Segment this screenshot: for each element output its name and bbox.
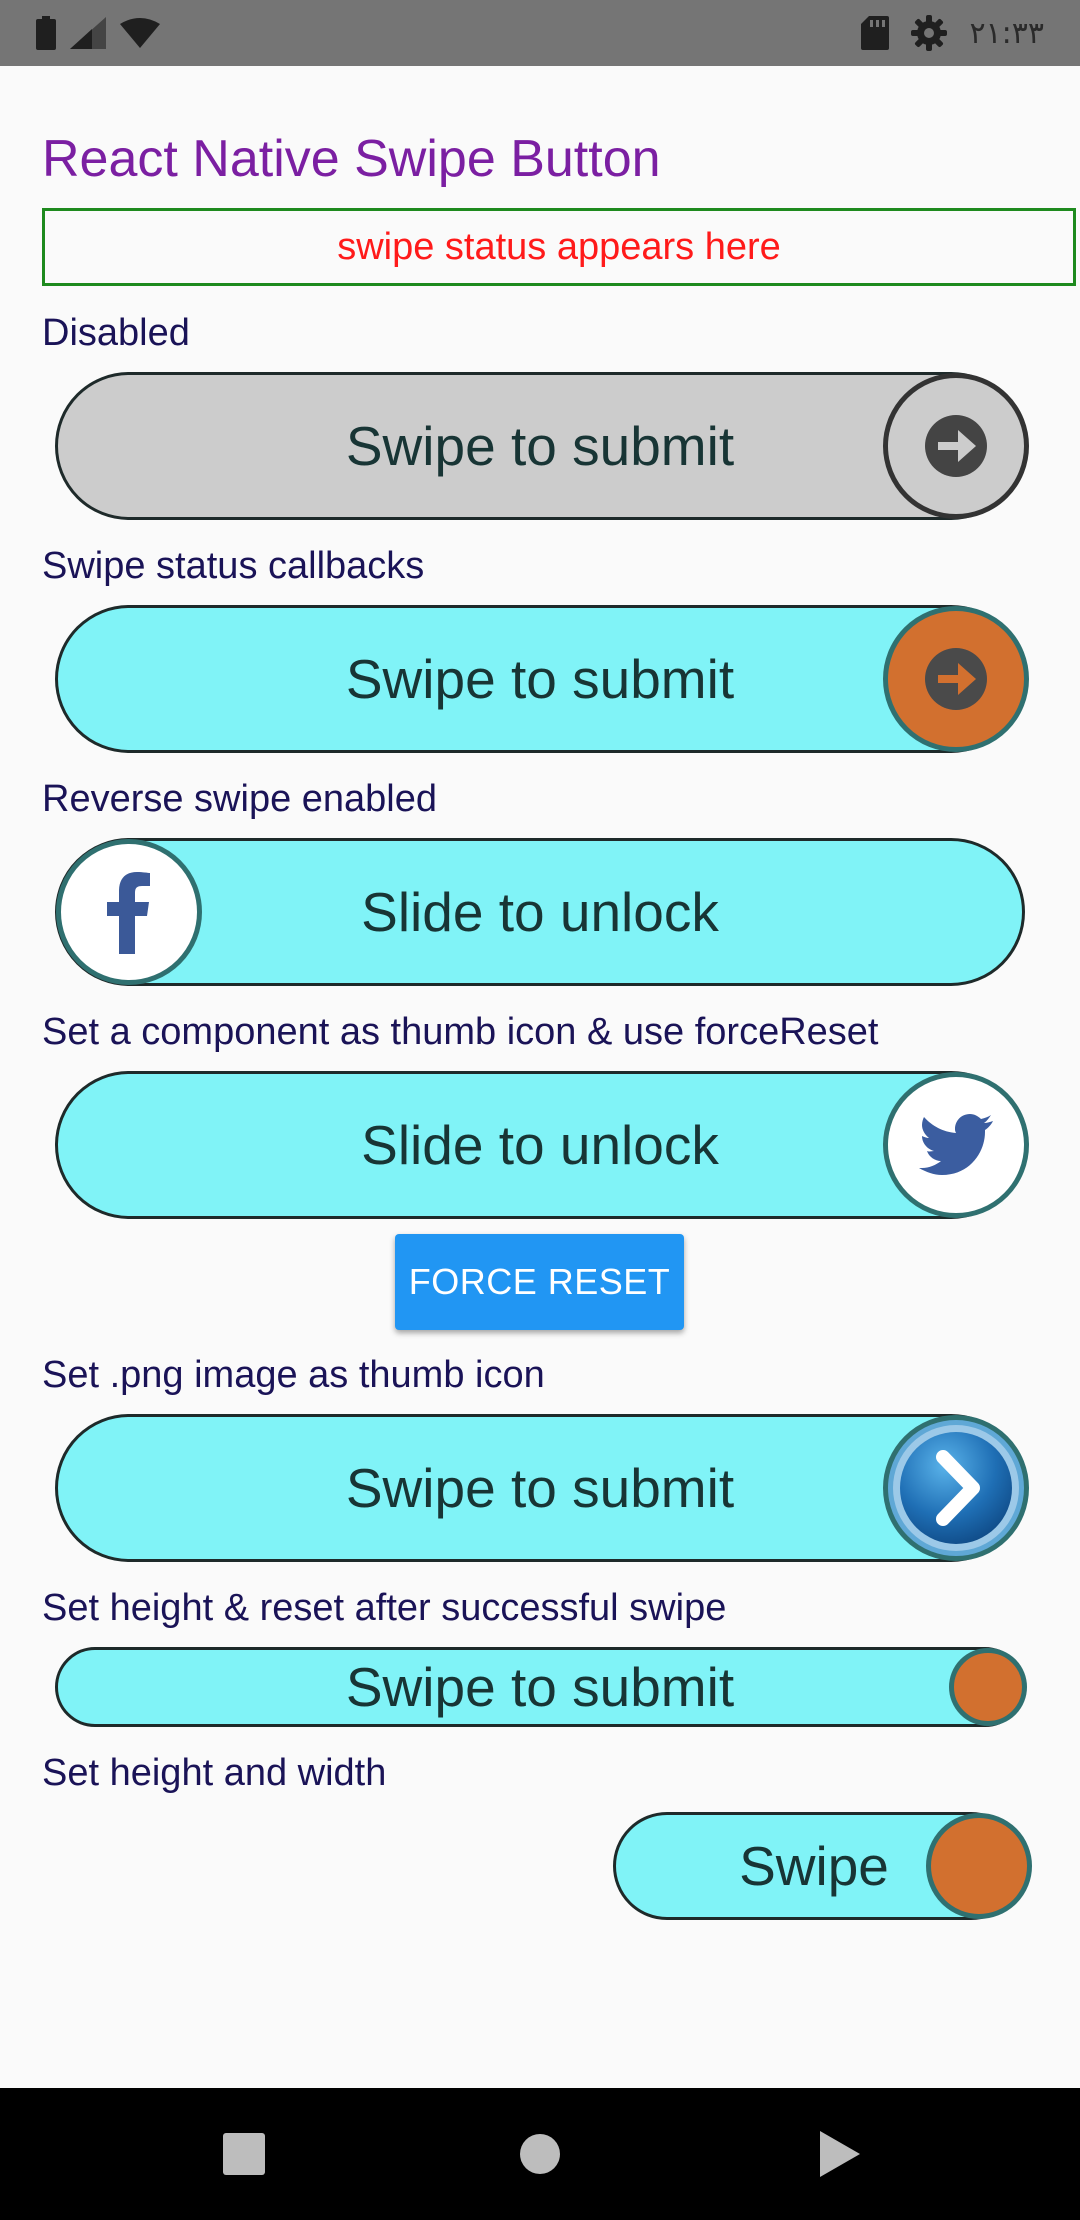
swipe-button-title: Swipe to submit [345, 1656, 735, 1718]
swipe-status-box: swipe status appears here [42, 208, 1076, 286]
section-label-disabled: Disabled [42, 312, 190, 354]
swipe-button-title: Slide to unlock [361, 881, 719, 943]
section-label-set-height: Set height & reset after successful swip… [42, 1587, 727, 1629]
swipe-status-text: swipe status appears here [337, 225, 781, 268]
signal-icon [70, 17, 106, 49]
section-label-callbacks: Swipe status callbacks [42, 545, 425, 587]
recents-button[interactable] [184, 2088, 304, 2220]
system-nav-bar [0, 2088, 1080, 2220]
twitter-icon [919, 1114, 993, 1175]
facebook-icon [107, 872, 150, 954]
status-bar-right: ۲۱:۳۳ [861, 14, 1044, 52]
status-time: ۲۱:۳۳ [969, 15, 1044, 51]
back-button[interactable] [780, 2088, 900, 2220]
swipe-thumb[interactable] [883, 1415, 1029, 1561]
swipe-button-title: Swipe [739, 1835, 889, 1897]
back-triangle-icon [820, 2131, 860, 2177]
battery-icon [36, 16, 56, 50]
swipe-thumb[interactable] [949, 1648, 1027, 1726]
swipe-button-title: Swipe to submit [345, 648, 735, 710]
settings-gear-icon [911, 15, 948, 51]
force-reset-button[interactable]: FORCE RESET [395, 1234, 684, 1330]
swipe-thumb[interactable] [883, 1072, 1029, 1218]
page-title: React Native Swipe Button [42, 130, 661, 188]
section-label-reverse: Reverse swipe enabled [42, 778, 438, 820]
status-bar: ۲۱:۳۳ [0, 0, 1080, 66]
wifi-icon [120, 18, 160, 48]
swipe-button-set-height[interactable]: Swipe to submit [55, 1647, 1027, 1727]
section-label-component-thumb: Set a component as thumb icon & use forc… [42, 1011, 879, 1053]
swipe-button-title: Slide to unlock [361, 1114, 719, 1176]
home-button[interactable] [480, 2088, 600, 2220]
arrow-right-icon [925, 648, 987, 710]
section-label-height-width: Set height and width [42, 1752, 387, 1794]
chevron-right-image-icon [893, 1425, 1019, 1551]
swipe-button-disabled: Swipe to submit [55, 372, 1029, 520]
swipe-thumb[interactable] [883, 606, 1029, 752]
swipe-button-png-thumb[interactable]: Swipe to submit [55, 1414, 1029, 1562]
swipe-button-title: Swipe to submit [345, 1457, 735, 1519]
swipe-thumb[interactable] [56, 839, 202, 985]
status-bar-left [36, 14, 160, 52]
swipe-button-height-width[interactable]: Swipe [613, 1812, 1032, 1920]
section-label-png-thumb: Set .png image as thumb icon [42, 1354, 545, 1396]
sd-card-icon [861, 16, 890, 50]
recents-square-icon [223, 2133, 265, 2175]
arrow-right-icon [925, 415, 987, 477]
swipe-thumb [883, 373, 1029, 519]
swipe-button-component-thumb[interactable]: Slide to unlock [55, 1071, 1029, 1219]
swipe-button-callbacks[interactable]: Swipe to submit [55, 605, 1029, 753]
swipe-thumb[interactable] [926, 1813, 1032, 1919]
home-circle-icon [520, 2134, 560, 2174]
swipe-button-title: Swipe to submit [345, 415, 735, 477]
swipe-button-reverse[interactable]: Slide to unlock [55, 838, 1025, 986]
